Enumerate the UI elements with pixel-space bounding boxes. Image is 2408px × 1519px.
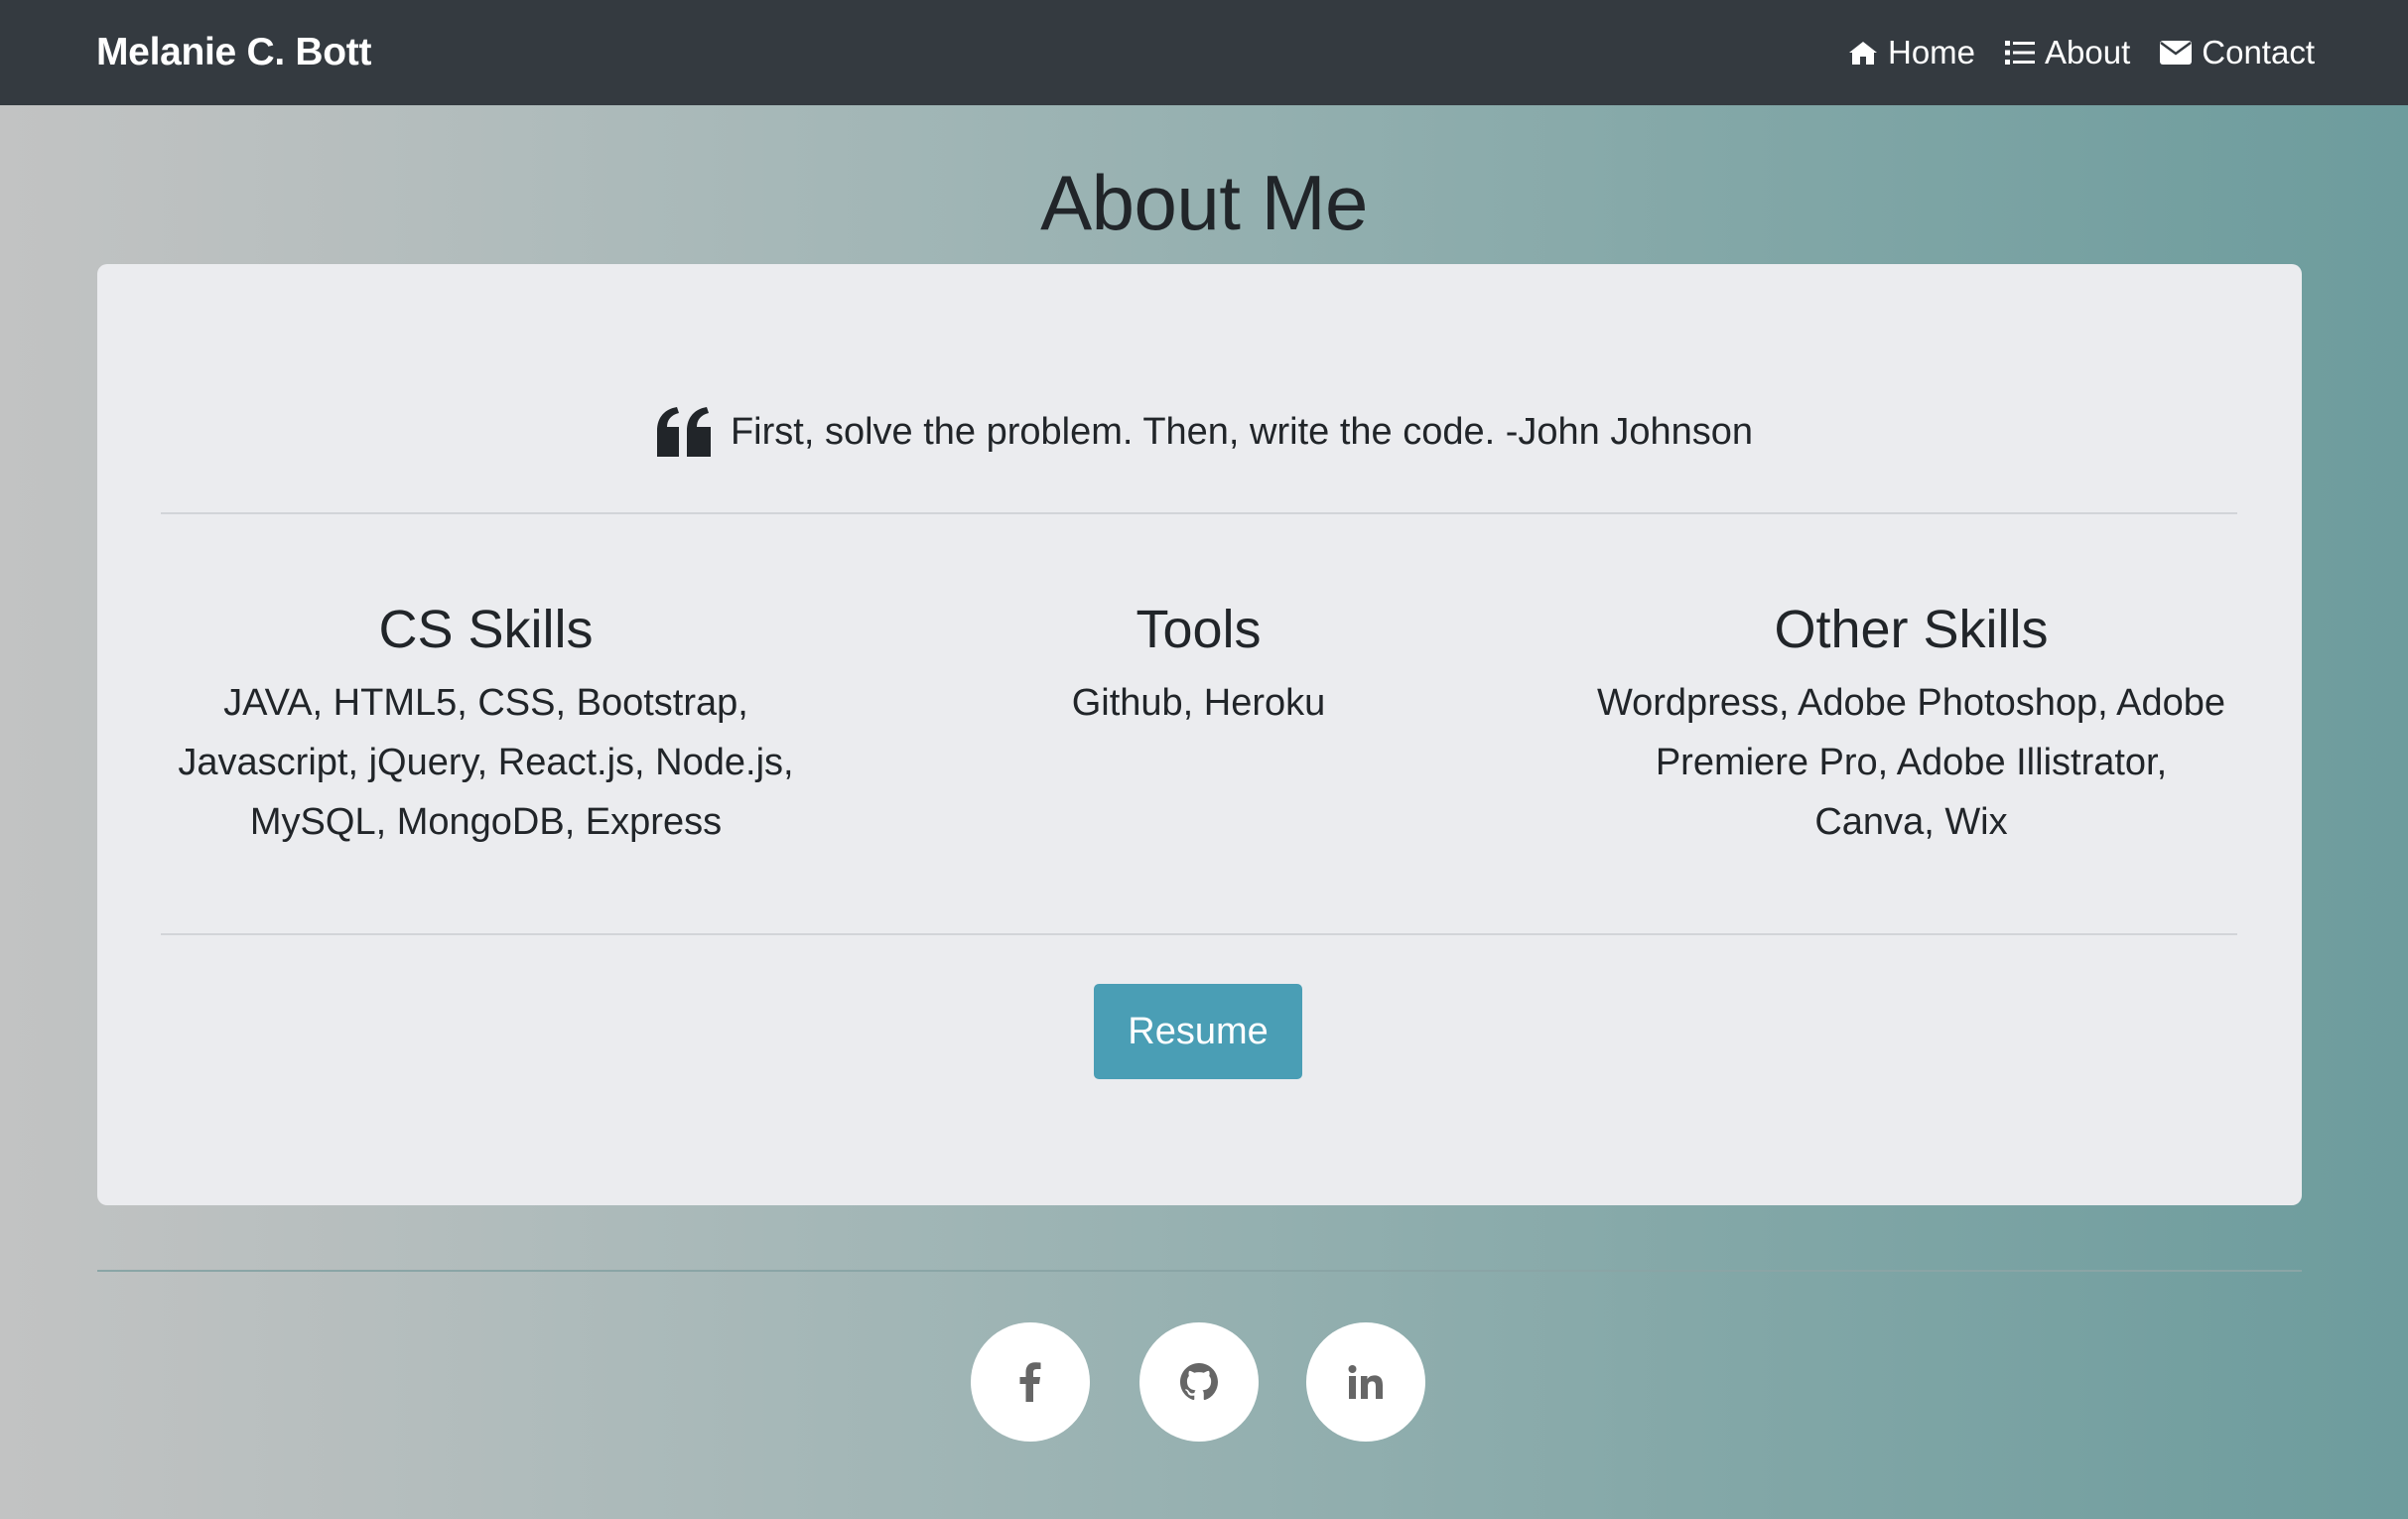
list-icon (2005, 41, 2036, 65)
navbar: Melanie C. Bott Home About Contact (0, 0, 2408, 105)
footer-divider (97, 1270, 2302, 1272)
divider-top (161, 512, 2237, 514)
nav-link-home-label: Home (1887, 34, 1976, 70)
resume-button[interactable]: Resume (1094, 984, 1302, 1079)
skills-text-tools: Github, Heroku (1071, 682, 1326, 724)
divider-bottom (161, 933, 2237, 935)
skills-column-other: Other Skills Wordpress, Adobe Photoshop,… (1586, 590, 2236, 852)
skills-column-cs: CS Skills JAVA, HTML5, CSS, Bootstrap, J… (161, 590, 811, 852)
skills-text-cs: JAVA, HTML5, CSS, Bootstrap, Javascript,… (178, 682, 794, 843)
brand-link[interactable]: Melanie C. Bott (96, 31, 371, 74)
nav-link-contact[interactable]: Contact (2160, 34, 2315, 71)
nav-link-contact-label: Contact (2202, 34, 2315, 70)
facebook-icon (1019, 1362, 1041, 1402)
home-icon (1848, 42, 1877, 65)
nav-link-about[interactable]: About (2005, 34, 2130, 71)
quote-left-icon (656, 407, 711, 457)
github-icon (1180, 1363, 1218, 1401)
github-link[interactable] (1139, 1322, 1259, 1442)
nav-link-about-label: About (2045, 34, 2131, 70)
linkedin-link[interactable] (1306, 1322, 1425, 1442)
skills-heading-tools: Tools (1136, 600, 1262, 659)
skills-heading-other: Other Skills (1774, 600, 2049, 659)
skills-column-tools: Tools Github, Heroku (873, 590, 1524, 733)
nav-links: Home About Contact (1848, 34, 2315, 71)
page-title: About Me (1040, 159, 1368, 246)
nav-link-home[interactable]: Home (1848, 34, 1975, 71)
facebook-link[interactable] (971, 1322, 1090, 1442)
skills-text-other: Wordpress, Adobe Photoshop, Adobe Premie… (1596, 682, 2226, 843)
envelope-icon (2160, 41, 2193, 65)
skills-heading-cs: CS Skills (378, 600, 594, 659)
quote-text: First, solve the problem. Then, write th… (730, 410, 1754, 453)
quote-block: First, solve the problem. Then, write th… (0, 407, 2408, 457)
linkedin-icon (1348, 1365, 1383, 1399)
